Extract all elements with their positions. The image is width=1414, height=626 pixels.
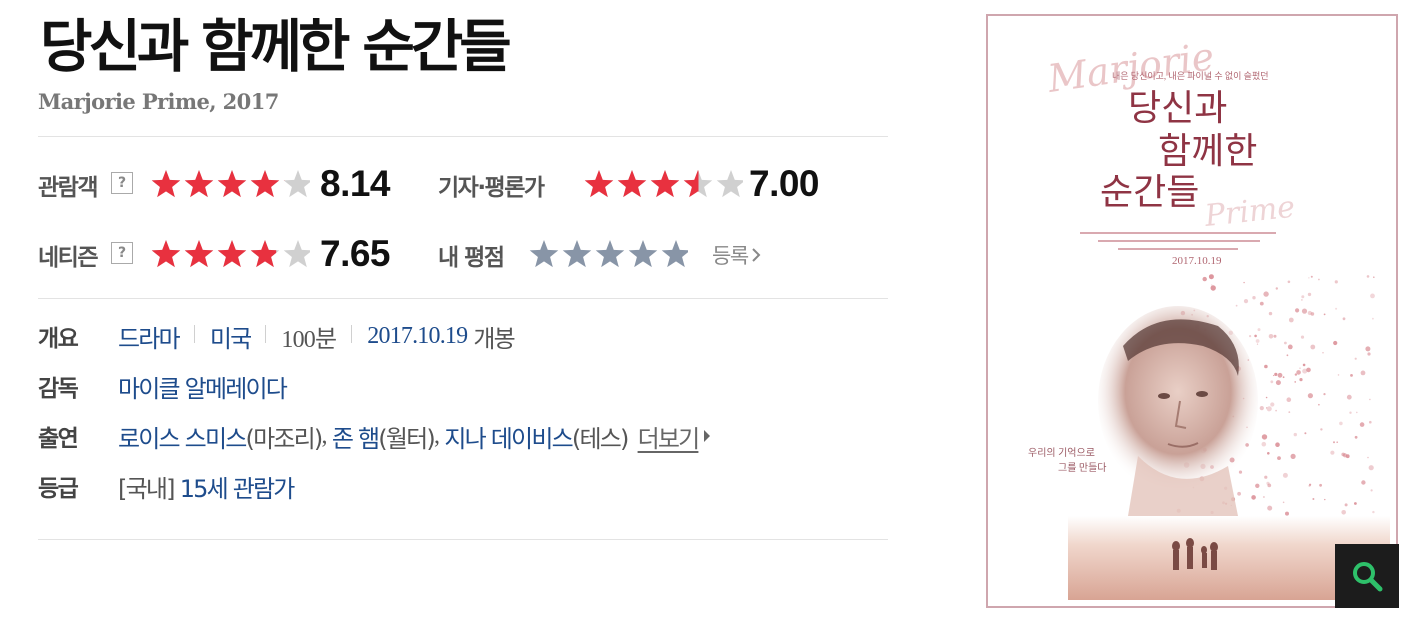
cast-role-1: (마조리) [245, 424, 324, 453]
divider-bottom [38, 539, 888, 540]
triangle-right-icon [704, 430, 711, 442]
grade-row: 등급 [국내] 15세 관람가 [38, 466, 296, 506]
cast-role-3: (테스) [571, 424, 629, 453]
grade-label: 등급 [38, 476, 79, 502]
poster-title-line-2: 함께한 [1158, 131, 1257, 172]
register-label: 등록 [712, 244, 749, 268]
grade-link[interactable]: 15세 관람가 [180, 469, 296, 504]
netizen-label: 네티즌 [38, 245, 98, 271]
director-row: 감독 마이클 알메레이다 [38, 366, 288, 406]
poster-tagline: 내은 당신이고, 내은 파이널 수 없이 슬펐던 [1112, 71, 1269, 81]
star-filled-icon [151, 170, 285, 198]
cast-row: 출연 로이스 스미스 (마조리), 존 햄 (월터), 지나 데이비스 (테스) 더보… [38, 416, 711, 456]
poster-image: Marjorie Prime 내은 당신이고, 내은 파이널 수 없이 슬펐던 … [994, 22, 1390, 600]
audience-help-icon[interactable]: ? [111, 172, 133, 194]
movie-title: 당신과 함께한 순간들 [40, 14, 512, 80]
poster-title-line-1: 당신과 [1128, 88, 1227, 129]
movie-original-title: Marjorie Prime, 2017 [38, 89, 279, 114]
cast-label: 출연 [38, 426, 79, 452]
cast-role-2: (월터) [378, 424, 435, 453]
stars-critic-svg [584, 170, 743, 198]
overview-label: 개요 [38, 326, 79, 352]
cast-link-1[interactable]: 로이스 스미스 [118, 419, 247, 454]
runtime: 100분 [281, 326, 337, 353]
register-rating-link[interactable]: 등록 [712, 240, 761, 270]
netizen-help-icon[interactable]: ? [111, 242, 133, 264]
critic-score: 7.00 [749, 163, 820, 204]
poster-title-line-3: 순간들 [1100, 172, 1199, 213]
audience-score: 8.14 [320, 163, 391, 204]
cast-comma: , [321, 422, 332, 449]
poster-quote-1: 우리의 기억으로 [1028, 447, 1095, 459]
separator [265, 325, 267, 343]
genre-link[interactable]: 드라마 [118, 319, 181, 354]
star-empty-icon [529, 240, 688, 268]
overview-row: 개요 드라마 미국 100분 2017.10.19 개봉 [38, 316, 516, 356]
director-label: 감독 [38, 376, 79, 402]
more-cast-link[interactable]: 더보기 [638, 419, 701, 454]
star-filled-icon [584, 170, 699, 198]
chevron-right-icon [751, 248, 761, 262]
divider-top [38, 136, 888, 137]
movie-poster[interactable]: Marjorie Prime 내은 당신이고, 내은 파이널 수 없이 슬펐던 … [986, 14, 1398, 608]
zoom-button[interactable] [1335, 544, 1399, 608]
stars-netizen-svg [151, 240, 310, 268]
cast-link-2[interactable]: 존 햄 [332, 419, 380, 454]
my-rating-stars[interactable] [528, 238, 688, 270]
release-suffix: 개봉 [473, 324, 515, 353]
grade-prefix: [국내] [118, 474, 175, 503]
critic-stars [583, 168, 743, 200]
audience-stars [150, 168, 310, 200]
cast-comma: , [433, 422, 445, 449]
divider-middle [38, 298, 888, 299]
star-filled-icon [151, 240, 277, 268]
critic-label: 기자·평론가 [438, 175, 545, 201]
audience-label: 관람객 [38, 175, 98, 201]
netizen-score: 7.65 [320, 233, 391, 274]
separator [351, 325, 353, 343]
my-rating-label: 내 평점 [438, 245, 505, 271]
stars-mine-svg [529, 240, 688, 268]
poster-quote-2: 그를 만들다 [1058, 462, 1107, 474]
release-date-link[interactable]: 2017.10.19 [367, 323, 468, 350]
magnifier-icon [1353, 562, 1383, 592]
country-link[interactable]: 미국 [210, 319, 252, 354]
director-link[interactable]: 마이클 알메레이다 [118, 369, 288, 404]
stars-audience-svg [151, 170, 310, 198]
netizen-stars [150, 238, 310, 270]
cast-link-3[interactable]: 지나 데이비스 [444, 419, 573, 454]
poster-date: 2017.10.19 [1172, 255, 1222, 267]
separator [193, 325, 195, 343]
